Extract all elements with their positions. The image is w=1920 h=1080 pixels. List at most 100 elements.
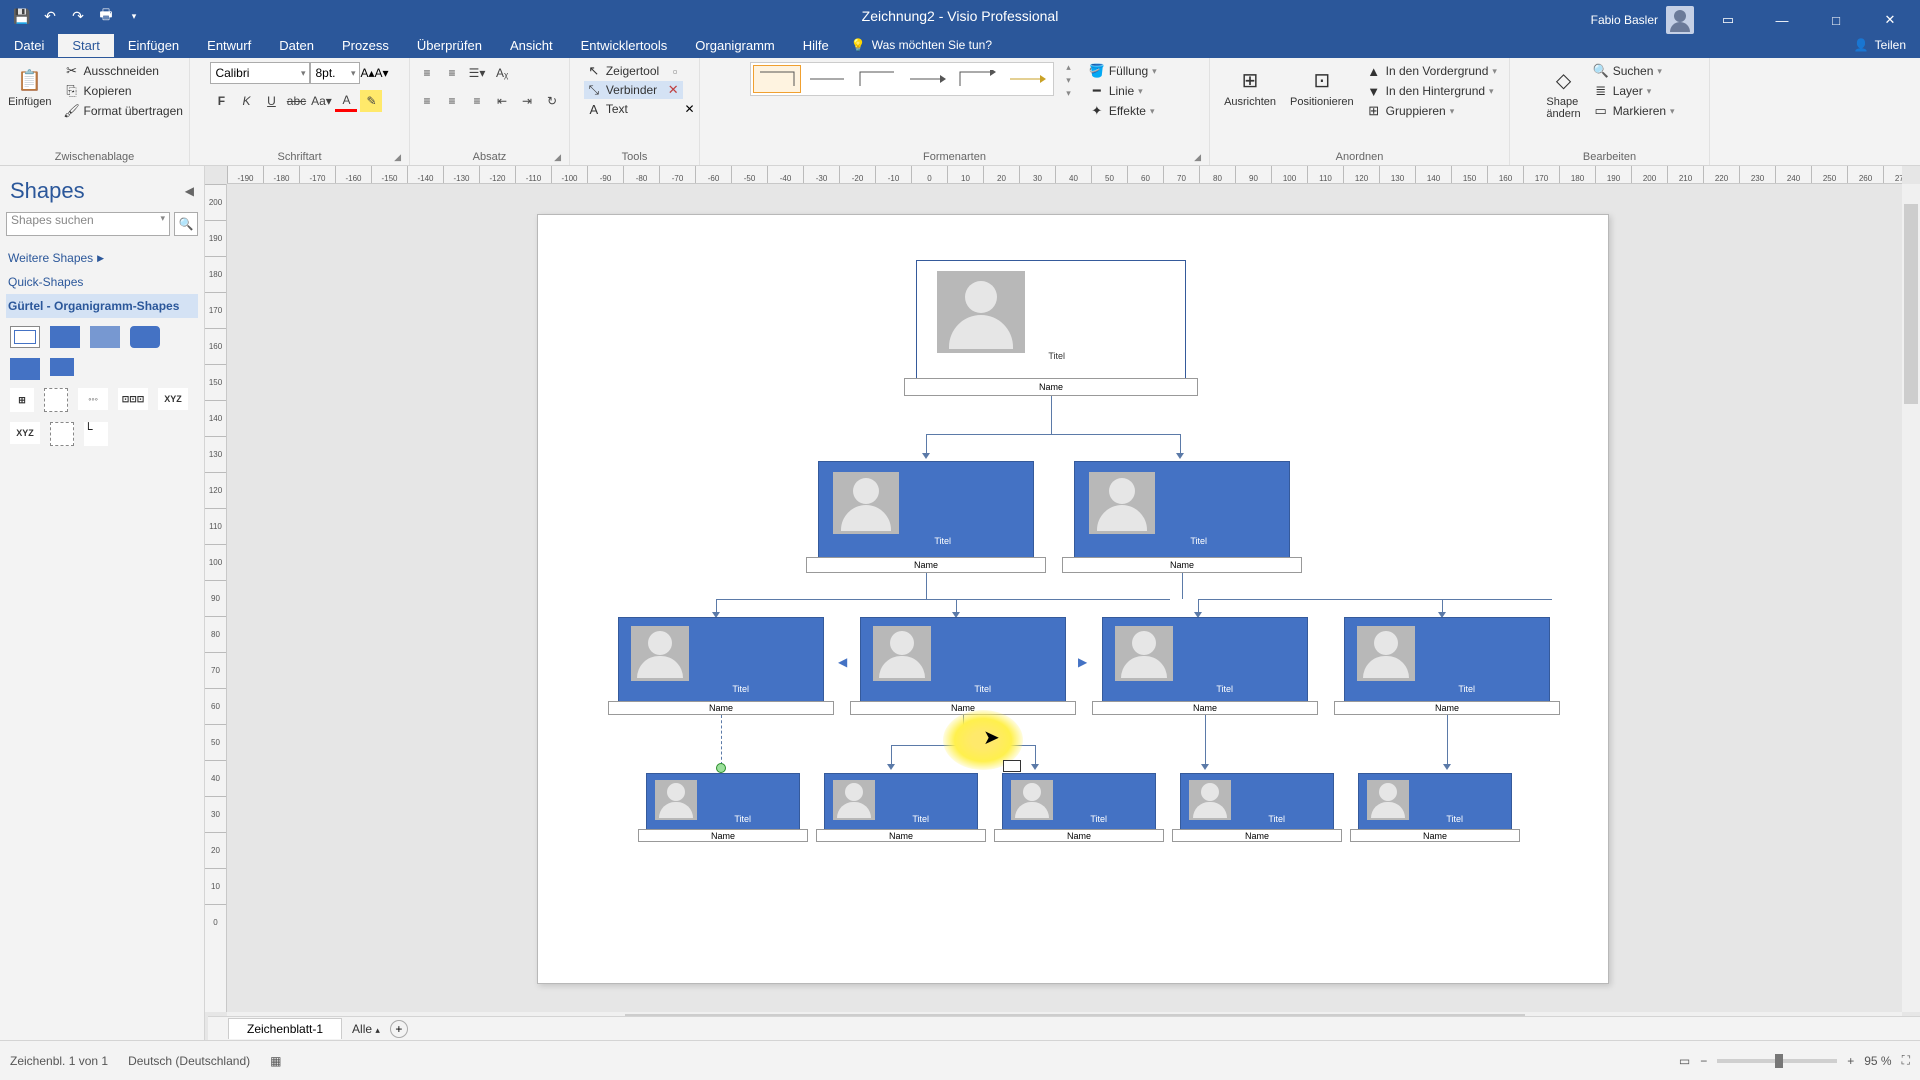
fill-button[interactable]: 🪣Füllung▾ — [1087, 62, 1159, 80]
drawing-canvas[interactable]: Titel Name Titel Name Titel — [227, 184, 1902, 1012]
zoom-in-icon[interactable]: + — [1847, 1054, 1854, 1068]
qat-dropdown-icon[interactable]: ▾ — [126, 8, 142, 24]
tab-entwicklertools[interactable]: Entwicklertools — [567, 34, 682, 57]
highlight-button[interactable]: ✎ — [360, 90, 382, 112]
bold-button[interactable]: F — [210, 90, 232, 112]
add-sheet-icon[interactable]: + — [390, 1020, 408, 1038]
increase-font-icon[interactable]: A▴ — [360, 66, 374, 80]
drawing-page[interactable]: Titel Name Titel Name Titel — [537, 214, 1609, 984]
group-button[interactable]: ⊞Gruppieren▾ — [1364, 102, 1499, 120]
redo-icon[interactable]: ↷ — [70, 8, 86, 24]
font-name-combo[interactable]: Calibri▾ — [210, 62, 310, 84]
align-middle-icon[interactable]: ≡ — [441, 62, 463, 84]
sheet-tab-1[interactable]: Zeichenblatt-1 — [228, 1018, 342, 1039]
shapes-search-input[interactable]: Shapes suchen▾ — [6, 212, 170, 236]
underline-button[interactable]: U — [260, 90, 282, 112]
connector-style-6[interactable] — [1003, 65, 1051, 93]
org-member-5-name[interactable]: Name — [1350, 829, 1520, 842]
tab-start[interactable]: Start — [58, 34, 113, 57]
org-lead-4[interactable]: Titel — [1344, 617, 1550, 703]
gallery-up-icon[interactable]: ▴ — [1066, 62, 1071, 73]
stencil-shape-6[interactable] — [50, 358, 74, 376]
line-button[interactable]: ━Linie▾ — [1087, 82, 1159, 100]
org-member-3-name[interactable]: Name — [994, 829, 1164, 842]
clear-format-icon[interactable]: Aᵪ — [491, 62, 513, 84]
zoom-out-icon[interactable]: − — [1700, 1054, 1707, 1068]
vertical-scrollbar[interactable] — [1902, 184, 1920, 1012]
layer-button[interactable]: ≣Layer▾ — [1591, 82, 1677, 100]
org-executive-box[interactable]: Titel — [916, 260, 1186, 380]
org-member-3[interactable]: Titel — [1002, 773, 1156, 831]
org-manager-2-name[interactable]: Name — [1062, 557, 1302, 573]
connector-style-3[interactable] — [853, 65, 901, 93]
org-lead-4-name[interactable]: Name — [1334, 701, 1560, 715]
org-member-2[interactable]: Titel — [824, 773, 978, 831]
change-case-button[interactable]: Aa▾ — [310, 90, 332, 112]
cut-button[interactable]: ✂Ausschneiden — [62, 62, 185, 80]
search-go-icon[interactable]: 🔍 — [174, 212, 198, 236]
align-center-icon[interactable]: ≡ — [441, 90, 463, 112]
gallery-more-icon[interactable]: ▾ — [1066, 88, 1071, 99]
share-button[interactable]: 👤 Teilen — [1854, 38, 1906, 52]
strike-button[interactable]: abc — [285, 90, 307, 112]
maximize-icon[interactable]: □ — [1816, 10, 1856, 30]
stencil-shape-5[interactable] — [10, 358, 40, 380]
autoconnect-left-icon[interactable]: ◀ — [838, 655, 847, 669]
org-member-1[interactable]: Titel — [646, 773, 800, 831]
align-top-icon[interactable]: ≡ — [416, 62, 438, 84]
text-tool-button[interactable]: AText — [584, 100, 630, 118]
stencil-shape-7[interactable]: ⊞ — [10, 388, 34, 412]
org-executive-name[interactable]: Name — [904, 378, 1198, 396]
connection-point-icon[interactable] — [716, 763, 726, 773]
guertel-stencil-link[interactable]: Gürtel - Organigramm-Shapes — [6, 294, 198, 318]
quick-shapes-link[interactable]: Quick-Shapes — [6, 270, 198, 294]
close-small-icon[interactable]: ✕ — [665, 82, 681, 98]
stencil-shape-8[interactable] — [44, 388, 68, 412]
connector-style-1[interactable] — [753, 65, 801, 93]
org-manager-2[interactable]: Titel — [1074, 461, 1290, 559]
tab-einfuegen[interactable]: Einfügen — [114, 34, 193, 57]
fit-page-icon[interactable]: ⛶ — [1902, 1053, 1910, 1068]
stencil-shape-9[interactable]: ◦◦◦ — [78, 388, 108, 410]
user-account[interactable]: Fabio Basler — [1591, 6, 1694, 34]
connector-style-5[interactable] — [953, 65, 1001, 93]
position-button[interactable]: ⊡Positionieren — [1286, 62, 1358, 112]
zoom-value-label[interactable]: 95 % — [1864, 1054, 1891, 1068]
presentation-mode-icon[interactable]: ▭ — [1679, 1054, 1690, 1068]
connector-style-4[interactable] — [903, 65, 951, 93]
pointer-tool-button[interactable]: ↖Zeigertool▫ — [584, 62, 685, 80]
org-member-4[interactable]: Titel — [1180, 773, 1334, 831]
zoom-slider[interactable] — [1717, 1059, 1837, 1063]
paste-button[interactable]: 📋 Einfügen — [4, 62, 55, 112]
org-manager-1[interactable]: Titel — [818, 461, 1034, 559]
connection-point-icon[interactable]: ✕ — [684, 102, 694, 116]
select-button[interactable]: ▭Markieren▾ — [1591, 102, 1677, 120]
ribbon-display-icon[interactable]: ▭ — [1708, 10, 1748, 30]
stencil-shape-14[interactable]: └ — [84, 422, 108, 446]
format-painter-button[interactable]: 🖌Format übertragen — [62, 102, 185, 120]
org-lead-3[interactable]: Titel — [1102, 617, 1308, 703]
tab-entwurf[interactable]: Entwurf — [193, 34, 265, 57]
save-icon[interactable]: 💾 — [14, 8, 30, 24]
decrease-font-icon[interactable]: A▾ — [375, 66, 389, 80]
more-shapes-link[interactable]: Weitere Shapes▶ — [6, 246, 198, 270]
sheet-all-button[interactable]: Alle ▴ — [352, 1022, 380, 1036]
stencil-shape-4[interactable] — [130, 326, 160, 348]
tab-daten[interactable]: Daten — [265, 34, 328, 57]
org-lead-2[interactable]: Titel — [860, 617, 1066, 703]
connector-style-2[interactable] — [803, 65, 851, 93]
tab-prozess[interactable]: Prozess — [328, 34, 403, 57]
org-member-4-name[interactable]: Name — [1172, 829, 1342, 842]
collapse-pane-icon[interactable]: ◀ — [185, 184, 194, 198]
tab-ansicht[interactable]: Ansicht — [496, 34, 567, 57]
org-member-2-name[interactable]: Name — [816, 829, 986, 842]
effects-button[interactable]: ✦Effekte▾ — [1087, 102, 1159, 120]
org-member-1-name[interactable]: Name — [638, 829, 808, 842]
copy-button[interactable]: ⎘Kopieren — [62, 82, 185, 100]
stencil-shape-2[interactable] — [50, 326, 80, 348]
dialog-launcher-icon[interactable]: ◢ — [554, 152, 561, 163]
stencil-shape-13[interactable] — [50, 422, 74, 446]
org-lead-1[interactable]: Titel — [618, 617, 824, 703]
tab-organigramm[interactable]: Organigramm — [681, 34, 788, 57]
minimize-icon[interactable]: — — [1762, 10, 1802, 30]
